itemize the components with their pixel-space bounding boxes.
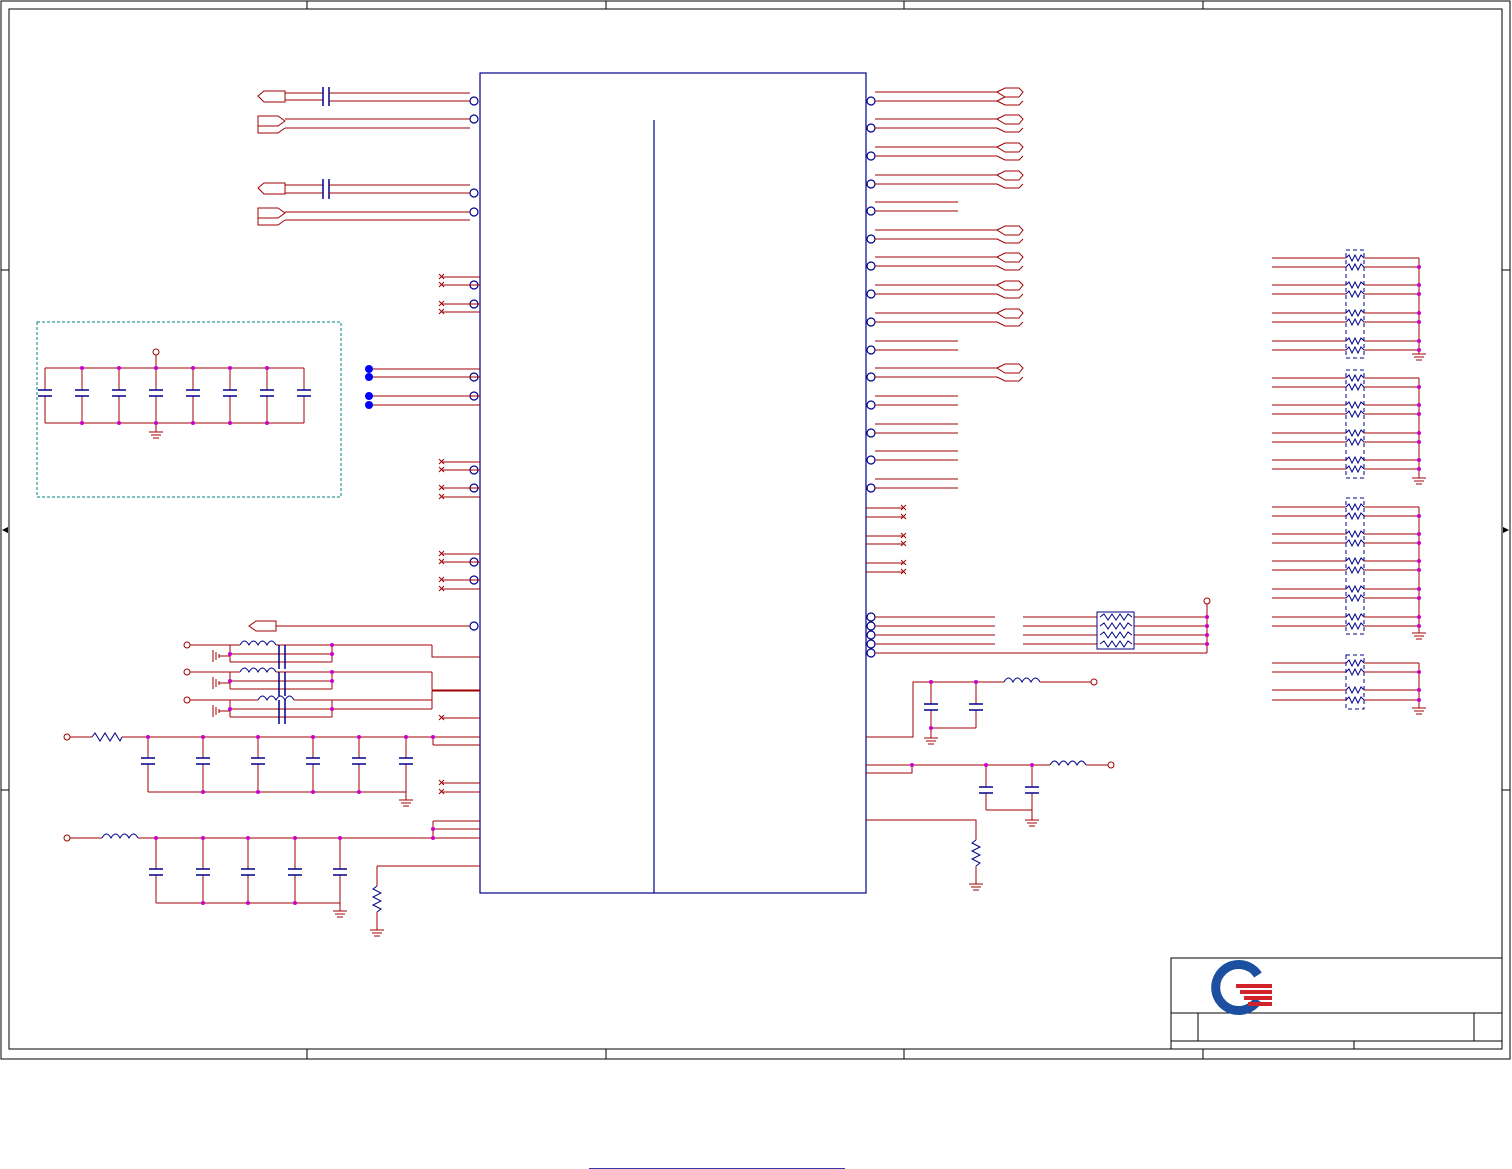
lc-right-1-junctions [929,680,978,730]
lc-filter-right-2 [866,760,1115,827]
zone-arrow-left [2,527,8,533]
lc-junctions [228,643,334,711]
power-rail-resistor [63,732,480,807]
left-diff-inputs [257,87,470,226]
sheet-border [0,0,1511,1060]
main-ic-symbol [479,72,867,894]
quanta-logo-icon [1211,960,1272,1015]
footer-link[interactable] [589,1152,845,1169]
right-resistor-pack-bus [875,597,1211,654]
right-diff-outputs [866,87,1024,575]
power-rail-inductor [63,820,480,937]
termination-array-3 [1272,506,1426,640]
nc-markers-left [438,273,445,795]
termination-array-1 [1272,257,1426,361]
power-rail-junctions [146,735,435,794]
schematic-sheet [0,0,1511,1060]
resistor-network-icon [1096,611,1135,650]
decoupling-cap-group [36,321,342,498]
offpage-connector-left [248,620,470,632]
termination-resistor-icons [1345,249,1365,710]
termination-array-4 [1272,662,1426,715]
net-label-dots [365,365,480,409]
lc-filter-right-1 [866,677,1098,745]
ic-left-pins [469,96,479,631]
ic-right-pins [866,96,876,658]
left-nc-stubs [442,276,480,793]
pull-down-resistor-right [866,819,983,891]
zone-arrow-right [1503,527,1509,533]
